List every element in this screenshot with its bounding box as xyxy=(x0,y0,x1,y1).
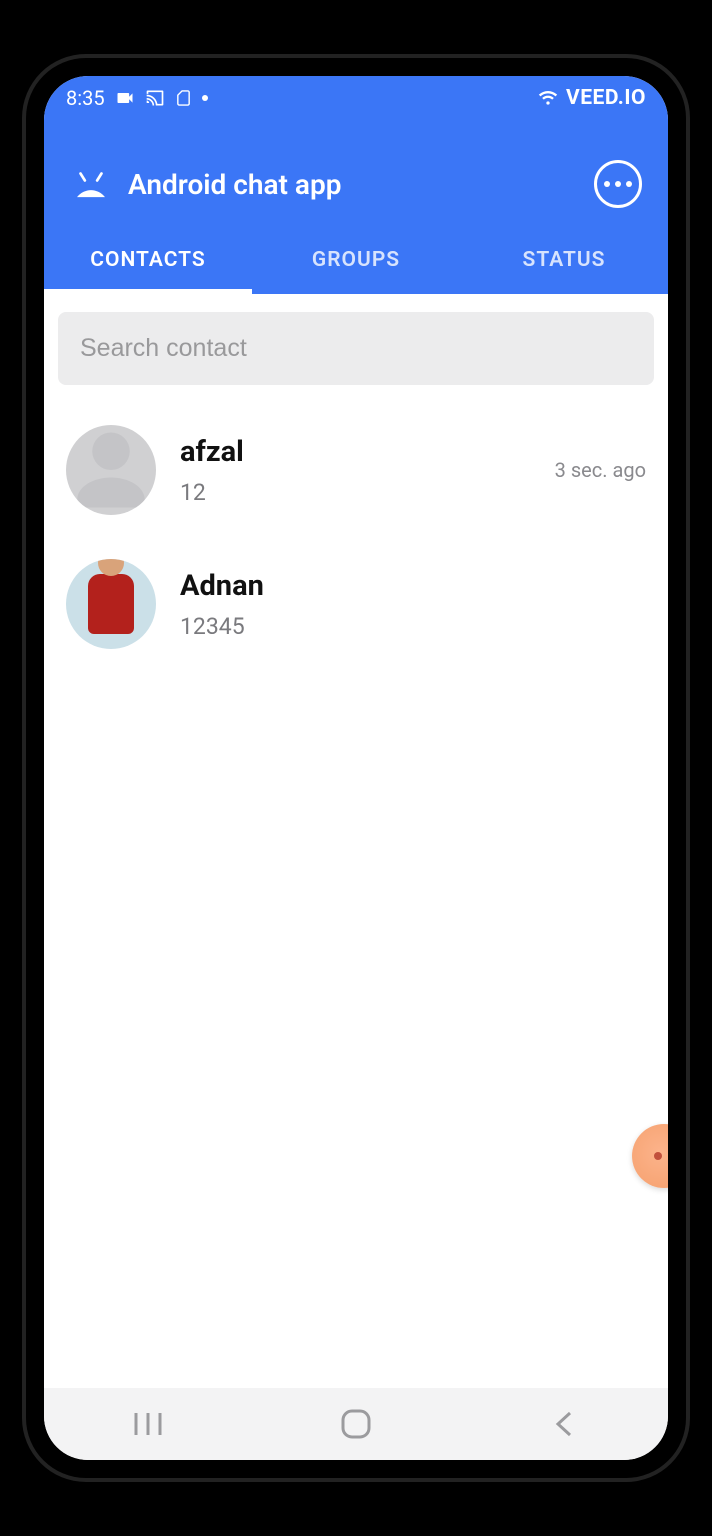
avatar-person-illustration xyxy=(88,574,134,634)
app-bar: Android chat app xyxy=(44,120,668,230)
app-title: Android chat app xyxy=(128,168,341,201)
status-dot-icon xyxy=(202,95,208,101)
avatar-photo xyxy=(66,559,156,649)
phone-frame: 8:35 VEED.IO xyxy=(0,0,712,1536)
contact-row[interactable]: Adnan 12345 xyxy=(44,537,668,671)
android-icon xyxy=(70,169,112,199)
contact-name: afzal xyxy=(180,435,555,469)
phone-body: 8:35 VEED.IO xyxy=(26,58,686,1478)
contact-subtitle: 12345 xyxy=(180,613,646,640)
contact-name: Adnan xyxy=(180,569,646,603)
videocam-icon xyxy=(115,88,135,108)
more-dot-icon xyxy=(604,181,610,187)
system-nav-bar xyxy=(44,1388,668,1460)
wifi-icon xyxy=(538,88,558,108)
home-icon xyxy=(339,1407,373,1441)
nav-recents-button[interactable] xyxy=(108,1404,188,1444)
nav-home-button[interactable] xyxy=(316,1404,396,1444)
contact-subtitle: 12 xyxy=(180,479,555,506)
sim-icon xyxy=(175,87,192,109)
watermark-brand: VEED.IO xyxy=(566,86,646,110)
contact-row[interactable]: afzal 12 3 sec. ago xyxy=(44,403,668,537)
tab-bar: CONTACTS GROUPS STATUS xyxy=(44,230,668,294)
avatar-placeholder xyxy=(66,425,156,515)
cast-icon xyxy=(145,88,165,108)
content-area: afzal 12 3 sec. ago Adnan 12345 xyxy=(44,294,668,1388)
screen: 8:35 VEED.IO xyxy=(44,76,668,1460)
more-menu-button[interactable] xyxy=(594,160,642,208)
nav-back-button[interactable] xyxy=(524,1404,604,1444)
back-icon xyxy=(550,1409,578,1439)
tab-contacts[interactable]: CONTACTS xyxy=(44,230,252,294)
tab-groups[interactable]: GROUPS xyxy=(252,230,460,294)
status-bar: 8:35 VEED.IO xyxy=(44,76,668,120)
status-time: 8:35 xyxy=(66,86,105,110)
edge-floating-bubble[interactable] xyxy=(632,1124,668,1188)
contact-timestamp: 3 sec. ago xyxy=(555,458,646,482)
more-dot-icon xyxy=(626,181,632,187)
search-input[interactable] xyxy=(58,312,654,385)
person-icon xyxy=(66,425,156,515)
recents-icon xyxy=(130,1409,166,1439)
tab-status[interactable]: STATUS xyxy=(460,230,668,294)
more-dot-icon xyxy=(615,181,621,187)
